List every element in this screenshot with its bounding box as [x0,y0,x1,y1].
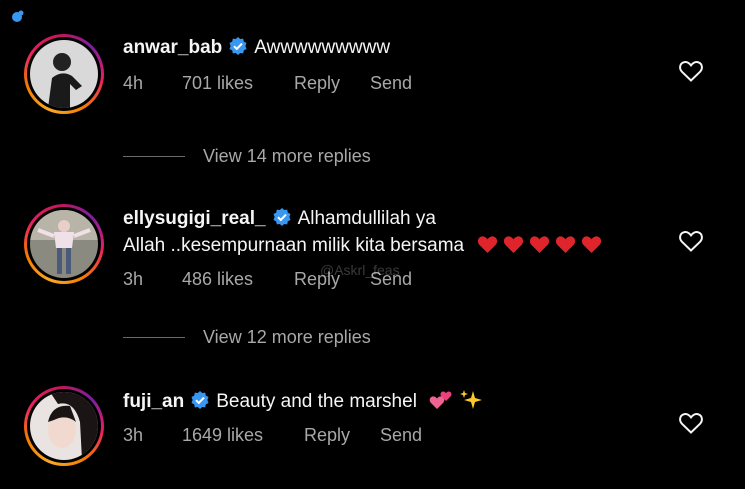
red-heart-emoji [478,236,498,253]
verified-badge-icon [229,37,247,55]
avatar-ring[interactable] [24,34,104,114]
comment-body: ellysugigi_real_ Alhamdullilah ya Allah .… [123,205,683,259]
timestamp: 3h [123,269,144,289]
username[interactable]: fuji_an [123,391,184,412]
likes-count[interactable]: 701 likes [182,73,294,94]
comment-body: fuji_an Beauty and the marshel [123,388,683,415]
likes-count[interactable]: 486 likes [182,269,294,290]
avatar-ring[interactable] [24,386,104,466]
red-heart-emoji [530,236,550,253]
watermark: @Askrl_feas [320,262,400,278]
timestamp: 3h [123,425,144,445]
reply-button[interactable]: Reply [294,73,370,94]
verified-badge-icon [191,391,209,409]
heart-outline-icon[interactable] [678,411,704,435]
timestamp: 4h [123,73,144,93]
notification-badge-icon [12,10,24,22]
likes-count[interactable]: 1649 likes [182,425,304,446]
comment-meta: 4h 701 likes Reply Send [123,73,412,94]
comment-text: Beauty and the marshel [216,391,417,412]
verified-badge-icon [273,208,291,226]
avatar [30,210,98,278]
reply-button[interactable]: Reply [304,425,380,446]
username[interactable]: ellysugigi_real_ [123,208,266,229]
view-replies-label: View 14 more replies [203,146,371,166]
comment-text-line2: Allah ..kesempurnaan milik kita bersama [123,235,465,256]
heart-outline-icon[interactable] [678,229,704,253]
username[interactable]: anwar_bab [123,37,222,58]
comment-text-line1: Alhamdullilah ya [297,208,436,229]
send-button[interactable]: Send [380,425,422,446]
comment-meta: 3h 1649 likes Reply Send [123,425,422,446]
view-replies-label: View 12 more replies [203,327,371,347]
avatar [30,392,98,460]
view-more-replies[interactable]: View 14 more replies [123,146,371,167]
avatar [30,40,98,108]
comment-body: anwar_bab Awwwwwwwww [123,34,683,61]
two-hearts-emoji [429,391,452,409]
red-heart-emoji [556,236,576,253]
red-heart-emoji [582,236,602,253]
view-more-replies[interactable]: View 12 more replies [123,327,371,348]
avatar-ring[interactable] [24,204,104,284]
heart-outline-icon[interactable] [678,59,704,83]
sparkles-emoji [460,390,483,409]
red-heart-emoji [504,236,524,253]
comment-text: Awwwwwwwww [254,37,391,58]
divider-line [123,337,185,338]
send-button[interactable]: Send [370,73,412,94]
red-heart-emojis [477,235,607,256]
divider-line [123,156,185,157]
